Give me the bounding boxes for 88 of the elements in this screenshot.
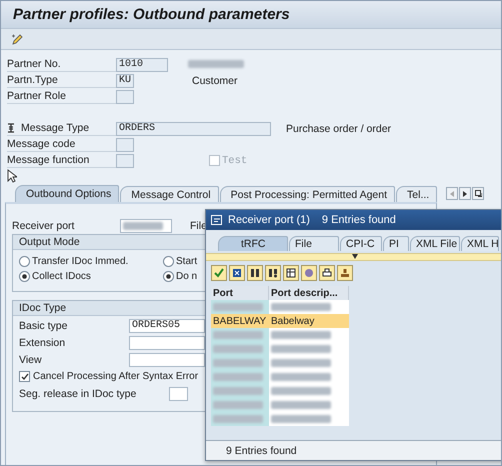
redacted-text <box>271 387 331 395</box>
redacted-text <box>123 222 163 230</box>
redacted-text <box>271 303 331 311</box>
input-field[interactable]: 1010 <box>116 58 168 72</box>
input-field[interactable] <box>116 138 134 152</box>
radio-button[interactable] <box>163 256 174 267</box>
tab[interactable]: Post Processing: Permitted Agent <box>220 186 396 202</box>
radio-button[interactable] <box>19 271 30 282</box>
redacted-text <box>271 373 331 381</box>
toolbar-button[interactable] <box>247 265 263 281</box>
checkbox-label: Cancel Processing After Syntax Error <box>33 371 198 382</box>
field-label: Message Type <box>21 122 90 134</box>
table-cell[interactable]: Babelway <box>269 314 349 328</box>
input-field[interactable]: ORDERS <box>116 122 271 136</box>
redacted-text <box>213 415 263 423</box>
tab[interactable]: tRFC <box>218 236 288 251</box>
redacted-text <box>213 401 263 409</box>
pencil-icon[interactable] <box>11 32 24 46</box>
redacted-text <box>188 60 244 68</box>
dialog-title: Receiver port (1) <box>228 214 310 226</box>
input-field[interactable]: ORDERS05 <box>129 318 205 332</box>
field-label: View <box>19 354 43 366</box>
radio-label: Start <box>176 256 198 267</box>
radio-button[interactable] <box>19 256 30 267</box>
input-field[interactable] <box>120 218 172 232</box>
input-field[interactable] <box>116 154 134 168</box>
field-description: Customer <box>192 74 238 86</box>
left-arrow-icon <box>450 190 454 196</box>
input-field[interactable] <box>169 386 188 400</box>
table-cell[interactable]: BABELWAY <box>211 314 269 328</box>
tab[interactable]: CPI-C <box>340 236 382 251</box>
toolbar-button[interactable] <box>265 265 281 281</box>
redacted-text <box>271 345 331 353</box>
radio-button[interactable] <box>163 271 174 282</box>
toolbar-button[interactable] <box>229 265 245 281</box>
right-arrow-icon <box>463 190 468 196</box>
field-label: Seg. release in IDoc type <box>19 388 138 400</box>
redacted-text <box>213 331 263 339</box>
check-icon <box>20 372 28 380</box>
printer-icon <box>322 268 332 278</box>
redacted-text <box>213 345 263 353</box>
redacted-text <box>271 415 331 423</box>
entries-count: 9 Entries found <box>322 214 396 226</box>
input-field[interactable] <box>116 90 134 104</box>
radio-label: Collect IDocs <box>32 271 91 282</box>
scroll-right-button[interactable] <box>459 187 472 200</box>
redacted-text <box>271 331 331 339</box>
tab-list-button[interactable] <box>472 187 484 200</box>
triangle-icon <box>352 254 358 259</box>
redacted-text <box>213 303 263 311</box>
tab[interactable]: PI <box>383 236 409 251</box>
toolbar-button[interactable] <box>319 265 335 281</box>
tab[interactable]: XML File <box>410 236 460 251</box>
tab[interactable]: File <box>289 236 339 251</box>
checkbox-label: Test <box>222 154 248 166</box>
tab[interactable]: Outbound Options <box>15 185 120 202</box>
window-icon <box>211 215 222 225</box>
input-field[interactable] <box>129 336 205 350</box>
cancel-icon <box>232 268 242 278</box>
radio-label: Transfer IDoc Immed. <box>32 256 128 267</box>
field-label: Extension <box>19 336 66 348</box>
field-label: Basic type <box>19 320 68 332</box>
redacted-text <box>213 387 263 395</box>
column-header[interactable]: Port descrip... <box>269 286 349 300</box>
windows-icon <box>474 190 482 197</box>
checkbox[interactable] <box>19 371 30 382</box>
input-field[interactable] <box>129 352 205 366</box>
window-title: Partner profiles: Outbound parameters <box>13 6 290 23</box>
radio-label: Do n <box>176 271 198 282</box>
tab[interactable]: Message Control <box>120 186 219 202</box>
cursor-icon <box>7 169 17 183</box>
tab[interactable]: XML H <box>461 236 499 251</box>
table-icon <box>286 268 296 278</box>
field-description: Purchase order / order <box>286 122 392 134</box>
checkmark-icon <box>214 268 224 278</box>
redacted-text <box>213 359 263 367</box>
redacted-text <box>271 401 331 409</box>
toolbar-button[interactable] <box>283 265 299 281</box>
column-header[interactable]: Port <box>211 286 269 300</box>
stamp-icon <box>340 268 350 278</box>
dot-icon <box>166 274 171 279</box>
redacted-text <box>213 373 263 381</box>
redacted-text <box>271 359 331 367</box>
input-field[interactable]: KU <box>116 74 134 88</box>
dot-icon <box>22 274 27 279</box>
field-label: Receiver port <box>12 220 76 232</box>
status-bar: 9 Entries found <box>206 440 501 460</box>
tab[interactable]: Tel... <box>396 186 438 202</box>
